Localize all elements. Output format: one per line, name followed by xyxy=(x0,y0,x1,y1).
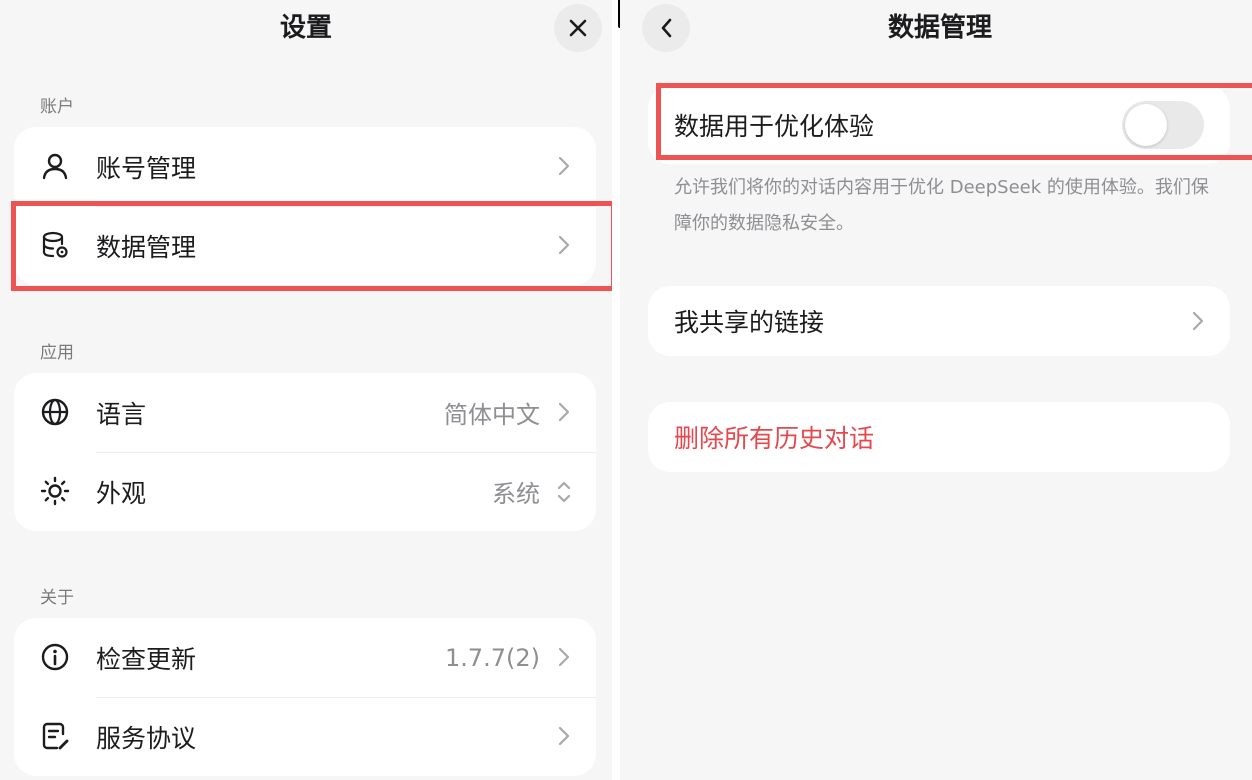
delete-all-history-row[interactable]: 删除所有历史对话 xyxy=(648,402,1230,472)
section-label-about: 关于 xyxy=(40,588,74,608)
optimize-toggle[interactable] xyxy=(1122,101,1204,149)
chevron-right-icon xyxy=(558,726,570,746)
data-management-label: 数据管理 xyxy=(96,232,197,262)
about-card: 检查更新 1.7.7(2) 服务协议 xyxy=(14,618,596,776)
sun-icon xyxy=(40,476,70,506)
chevron-right-icon xyxy=(1192,311,1204,331)
section-label-app: 应用 xyxy=(40,343,74,363)
chevron-up-down-icon xyxy=(557,481,571,503)
check-update-label: 检查更新 xyxy=(96,644,197,674)
optimize-label: 数据用于优化体验 xyxy=(674,112,875,141)
language-row[interactable]: 语言 简体中文 xyxy=(14,373,596,452)
database-settings-icon xyxy=(42,231,68,258)
optimize-description: 允许我们将你的对话内容用于优化 DeepSeek 的使用体验。我们保障你的数据隐… xyxy=(674,177,1209,234)
check-update-row[interactable]: 检查更新 1.7.7(2) xyxy=(14,618,596,697)
shared-links-row[interactable]: 我共享的链接 xyxy=(648,286,1230,356)
chevron-right-icon xyxy=(558,156,570,176)
chevron-right-icon xyxy=(558,647,570,667)
panel-divider xyxy=(612,0,620,780)
account-management-label: 账号管理 xyxy=(96,153,197,183)
document-edit-icon xyxy=(42,722,69,750)
settings-title: 设置 xyxy=(279,13,332,43)
toggle-knob xyxy=(1125,104,1167,146)
close-button[interactable] xyxy=(554,4,602,52)
chevron-right-icon xyxy=(558,235,570,255)
delete-all-history-label: 删除所有历史对话 xyxy=(674,424,875,453)
data-management-row[interactable]: 数据管理 xyxy=(14,206,596,285)
close-icon xyxy=(569,19,587,37)
terms-row[interactable]: 服务协议 xyxy=(14,697,596,776)
chevron-right-icon xyxy=(558,402,570,422)
data-management-panel: 数据管理 数据用于优化体验 允许我们将你的对话内容用于优化 DeepSeek 的… xyxy=(620,0,1252,780)
section-label-account: 账户 xyxy=(40,97,74,117)
shared-links-label: 我共享的链接 xyxy=(674,308,825,337)
appearance-value: 系统 xyxy=(492,480,540,508)
appearance-row[interactable]: 外观 系统 xyxy=(14,452,596,531)
info-icon xyxy=(41,643,69,671)
user-icon xyxy=(42,153,68,180)
app-card: 语言 简体中文 外观 系统 xyxy=(14,373,596,531)
account-management-row[interactable]: 账号管理 xyxy=(14,127,596,206)
terms-label: 服务协议 xyxy=(96,723,197,753)
version-value: 1.7.7(2) xyxy=(444,643,540,672)
globe-icon xyxy=(41,398,69,426)
optimize-card: 数据用于优化体验 xyxy=(648,86,1230,164)
language-label: 语言 xyxy=(96,399,147,429)
language-value: 简体中文 xyxy=(444,401,540,429)
account-card: 账号管理 数据管理 xyxy=(14,127,596,285)
settings-panel: 设置 账户 账号管理 数据管理 应用 语言 简体中文 外观 系统 关于 检查更新… xyxy=(0,0,616,780)
data-management-title: 数据管理 xyxy=(887,13,992,43)
appearance-label: 外观 xyxy=(96,478,147,508)
